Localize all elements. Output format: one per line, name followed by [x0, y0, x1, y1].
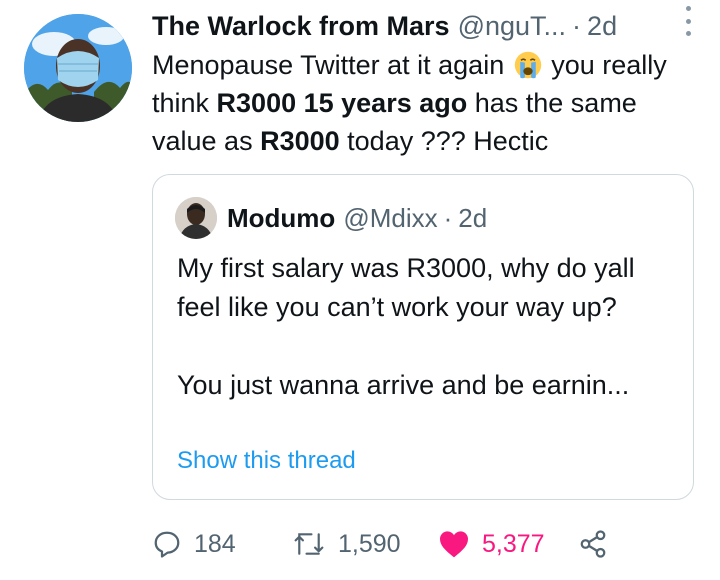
quoted-tweet-text: My first salary was R3000, why do yall f… — [177, 249, 677, 405]
tweet-timestamp[interactable]: 2d — [587, 11, 617, 42]
tweet-text: Menopause Twitter at it again you really… — [152, 46, 692, 160]
author-handle[interactable]: @nguT... — [458, 11, 566, 42]
more-vertical-icon[interactable] — [680, 6, 696, 36]
tweet-text-bold: R3000 — [260, 126, 340, 156]
tweet-text-part: today ??? Hectic — [339, 126, 549, 156]
tweet-actions: 184 1,590 5,377 — [152, 524, 712, 564]
quoted-display-name: Modumo — [227, 202, 336, 233]
retweet-icon — [294, 533, 324, 555]
retweet-button[interactable]: 1,590 — [292, 524, 401, 564]
like-count: 5,377 — [482, 529, 545, 558]
quoted-tweet-header: Modumo @Mdixx · 2d — [227, 197, 487, 239]
header-separator: · — [572, 10, 582, 41]
like-button[interactable]: 5,377 — [438, 524, 545, 564]
share-icon — [580, 530, 606, 558]
quoted-author-avatar — [175, 197, 217, 239]
tweet-header: The Warlock from Mars @nguT... · 2d — [152, 6, 720, 46]
reply-icon — [154, 531, 180, 558]
quoted-tweet[interactable]: Modumo @Mdixx · 2d My first salary was R… — [152, 174, 694, 500]
quoted-separator: · — [443, 202, 453, 233]
reply-count: 184 — [194, 529, 236, 558]
retweet-count: 1,590 — [338, 529, 401, 558]
loudly-crying-face-emoji — [514, 51, 541, 79]
tweet[interactable]: The Warlock from Mars @nguT... · 2d Meno… — [0, 0, 720, 580]
heart-icon — [440, 531, 468, 558]
quoted-handle: @Mdixx — [343, 202, 438, 233]
quoted-timestamp: 2d — [458, 202, 488, 233]
show-thread-link[interactable]: Show this thread — [177, 447, 356, 475]
share-button[interactable] — [578, 524, 608, 564]
quoted-paragraph: My first salary was R3000, why do yall f… — [177, 253, 635, 322]
author-avatar[interactable] — [24, 14, 132, 122]
quoted-paragraph: You just wanna arrive and be earnin... — [177, 370, 630, 400]
tweet-text-part: Menopause Twitter at it again — [152, 50, 512, 80]
reply-button[interactable]: 184 — [152, 524, 236, 564]
author-display-name[interactable]: The Warlock from Mars — [152, 11, 450, 42]
tweet-text-bold: R3000 15 years ago — [216, 88, 468, 118]
